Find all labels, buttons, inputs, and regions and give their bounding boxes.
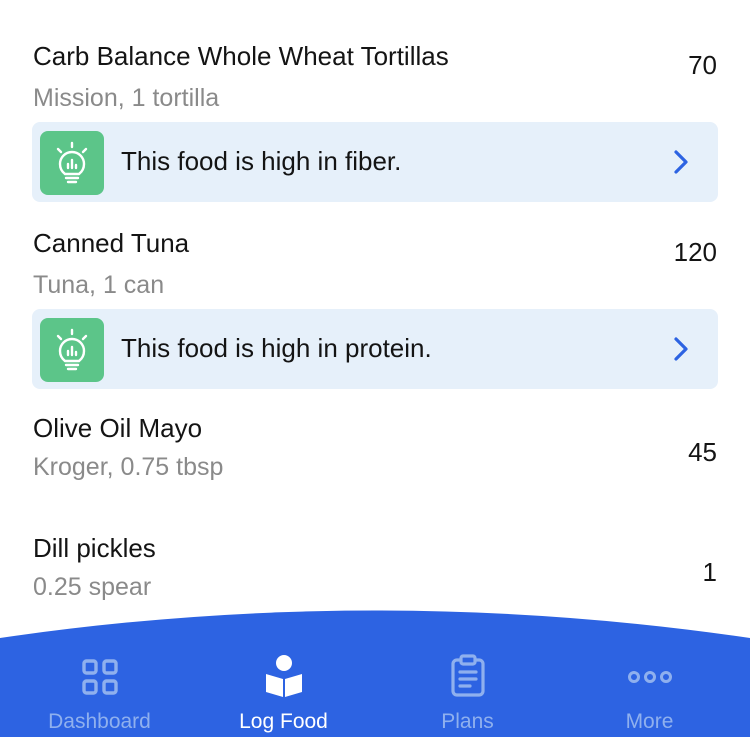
food-row-dill-pickles[interactable]: Dill pickles 0.25 spear 1 [0,515,750,610]
food-calories: 45 [688,437,717,467]
food-name: Canned Tuna [33,228,190,258]
protein-tip-banner[interactable]: This food is high in protein. [32,309,718,389]
lightbulb-icon [40,318,104,382]
food-description: Kroger, 0.75 tbsp [33,453,224,481]
food-description: Mission, 1 tortilla [33,84,220,112]
food-name: Dill pickles [33,533,156,563]
food-row-canned-tuna[interactable]: Canned Tuna Tuna, 1 can 120 [0,210,750,308]
dashboard-grid-icon [81,659,118,695]
chevron-right-icon [674,337,688,361]
tab-label: Log Food [239,710,328,733]
tab-label: Dashboard [48,710,151,733]
food-description: 0.25 spear [33,573,152,601]
food-calories: 70 [688,50,717,80]
food-name: Olive Oil Mayo [33,413,203,443]
food-calories: 1 [702,557,717,587]
lightbulb-icon [40,131,104,195]
tab-more[interactable]: More [556,608,743,737]
fiber-tip-banner[interactable]: This food is high in fiber. [32,122,718,202]
chevron-right-icon [674,150,688,174]
tab-label: More [625,710,674,733]
food-calories: 120 [673,237,717,267]
tab-label: Plans [441,710,494,733]
food-name: Carb Balance Whole Wheat Tortillas [33,41,449,71]
tab-log-food[interactable]: Log Food [190,608,377,737]
tab-dashboard[interactable]: Dashboard [6,608,193,737]
log-food-person-book-icon [265,655,302,697]
tip-text: This food is high in fiber. [121,146,402,176]
tab-plans[interactable]: Plans [374,608,561,737]
food-description: Tuna, 1 can [33,271,165,299]
food-row-tortillas[interactable]: Carb Balance Whole Wheat Tortillas Missi… [0,0,750,120]
food-row-olive-oil-mayo[interactable]: Olive Oil Mayo Kroger, 0.75 tbsp 45 [0,395,750,505]
tip-text: This food is high in protein. [121,333,432,363]
clipboard-icon [450,654,485,697]
bottom-tab-bar: Dashboard Log Food Plans More [0,608,750,737]
more-dots-icon [627,671,672,683]
